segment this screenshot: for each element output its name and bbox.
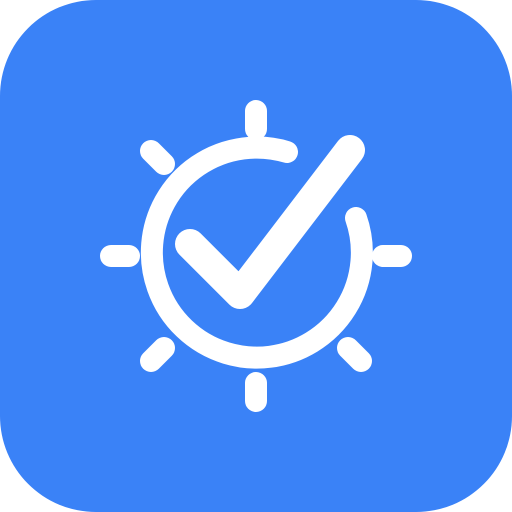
gear-tooth-top-left <box>140 140 175 175</box>
gear-checkmark-icon <box>100 100 412 412</box>
app-icon <box>0 0 512 512</box>
gear-tooth-bottom-right <box>337 337 372 372</box>
gear-tooth-bottom-left <box>140 337 175 372</box>
checkmark-icon <box>175 135 365 309</box>
